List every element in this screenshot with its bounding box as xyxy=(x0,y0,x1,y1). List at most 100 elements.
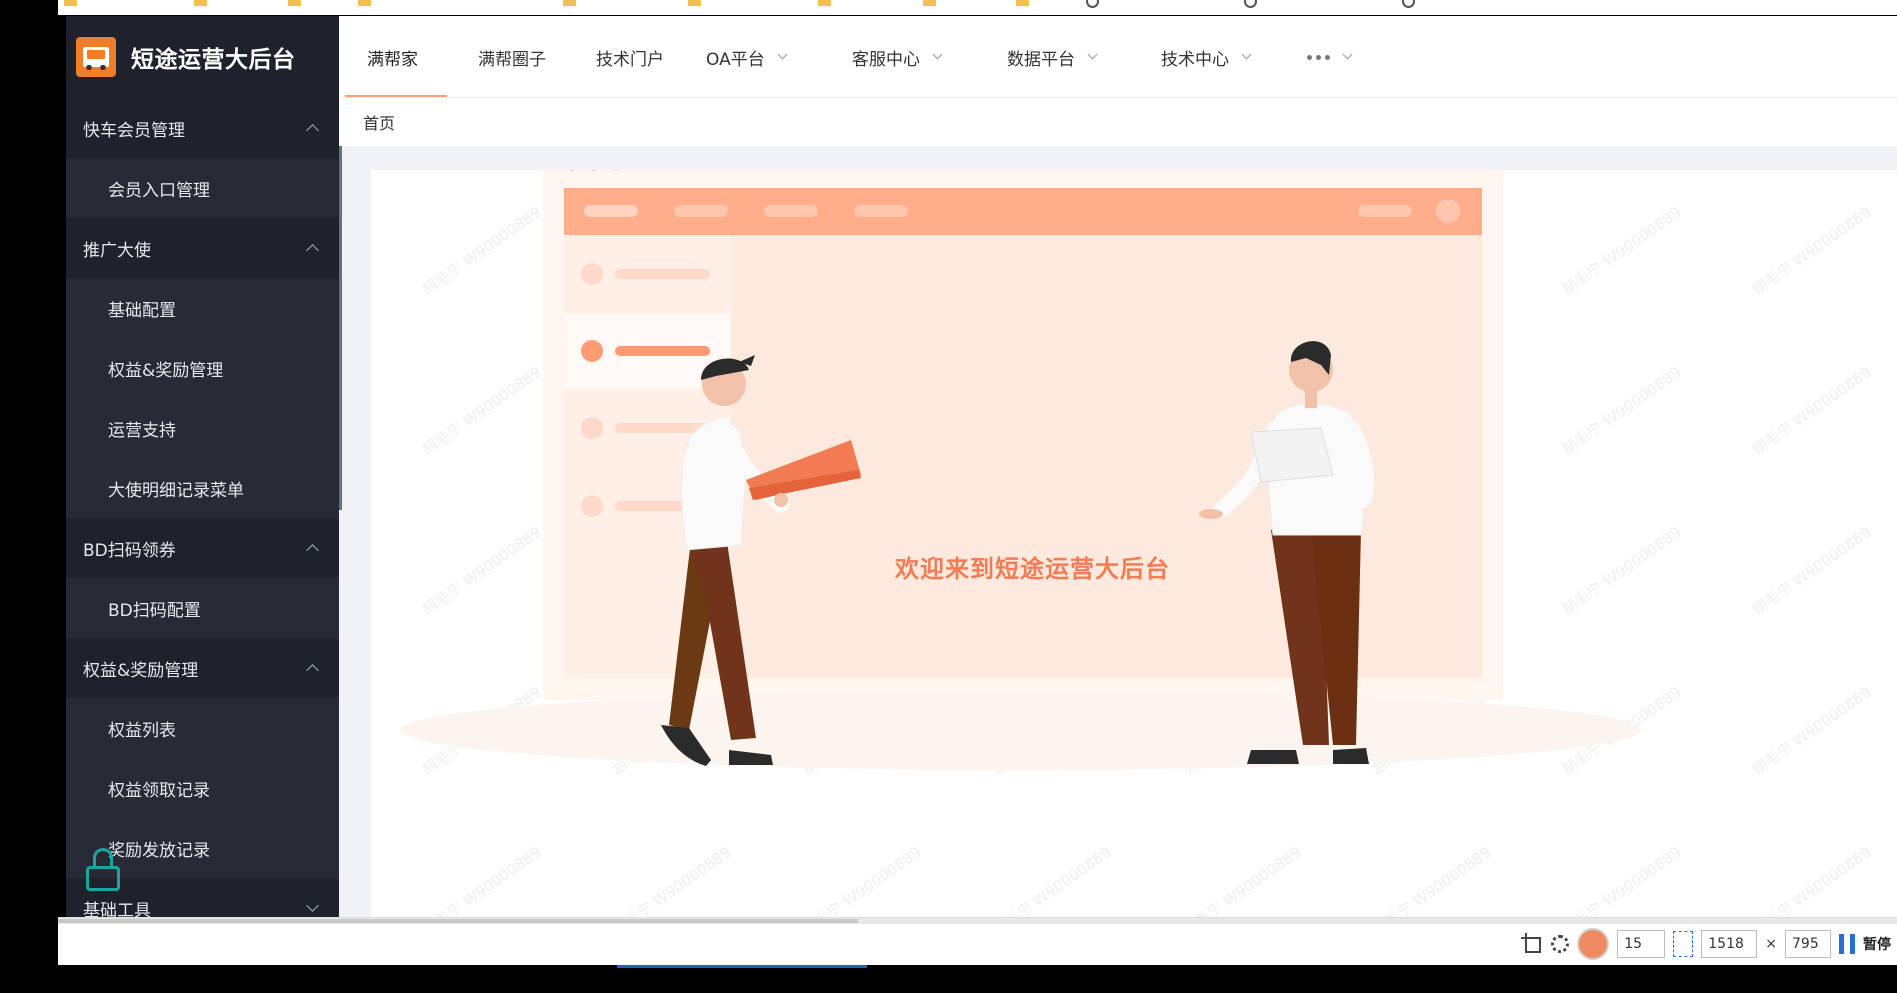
bookmark-folder[interactable] xyxy=(1016,0,1029,9)
nav-item-tech-portal[interactable]: 技术门户 xyxy=(596,16,664,98)
nav-label: 客服中心 xyxy=(852,49,920,70)
bookmark-site[interactable] xyxy=(1086,0,1099,9)
menu-group-label: 基础工具 xyxy=(83,900,151,918)
mock-nav-bar xyxy=(615,269,710,279)
capture-toolbar: 15 1518 × 795 暂停 xyxy=(58,917,1897,965)
bookmark-folder[interactable] xyxy=(818,0,831,9)
truck-logo-icon xyxy=(76,37,116,77)
nav-label: 满帮圈子 xyxy=(478,49,546,70)
bookmark-folder[interactable] xyxy=(923,0,936,9)
nav-item-oa[interactable]: OA平台 xyxy=(706,16,788,98)
welcome-message: 欢迎来到短途运营大后台 xyxy=(895,555,1170,583)
menu-group-label: 快车会员管理 xyxy=(83,120,185,141)
times-sign: × xyxy=(1765,936,1777,952)
menu-group-header[interactable]: 推广大使 xyxy=(66,218,339,278)
nav-more-button[interactable] xyxy=(1307,16,1353,98)
chevron-down-icon xyxy=(306,899,319,912)
mock-pill xyxy=(674,205,728,217)
menu-group-header[interactable]: BD扫码领券 xyxy=(66,518,339,578)
welcome-illustration xyxy=(401,170,1641,770)
bookmark-bar xyxy=(58,0,1897,15)
gear-icon[interactable] xyxy=(1551,935,1570,953)
bookmark-folder[interactable] xyxy=(288,0,301,9)
crop-icon[interactable] xyxy=(1521,933,1543,955)
horizontal-scrollbar[interactable] xyxy=(58,918,1897,924)
chevron-down-icon xyxy=(1087,49,1098,60)
app-title: 短途运营大后台 xyxy=(131,47,296,73)
nav-label: 技术中心 xyxy=(1161,49,1229,70)
menu-group-rewards: 权益&奖励管理 权益列表 权益领取记录 奖励发放记录 xyxy=(66,638,339,878)
mock-pill xyxy=(764,205,818,217)
sidebar-item[interactable]: 基础配置 xyxy=(66,278,339,338)
globe-icon xyxy=(1244,0,1257,8)
screen-bottom-edge xyxy=(0,965,1897,993)
chevron-down-icon xyxy=(1241,49,1252,60)
sidebar-item[interactable]: 权益领取记录 xyxy=(66,758,339,818)
bookmark-folder[interactable] xyxy=(64,0,77,9)
pause-icon[interactable] xyxy=(1839,934,1855,954)
interval-input[interactable]: 15 xyxy=(1617,930,1666,958)
welcome-card: 胡毛宁 W90000889 胡毛宁 W90000889 胡毛宁 W90000889 胡… xyxy=(371,170,1897,917)
nav-label: 满帮家 xyxy=(367,49,418,70)
breadcrumb: 首页 xyxy=(339,98,1897,146)
top-nav: 满帮家 满帮圈子 技术门户 OA平台 客服中心 数据平台 技术中心 xyxy=(339,16,1897,98)
folder-icon xyxy=(818,0,831,6)
admin-app: 短途运营大后台 快车会员管理 会员入口管理 推广大使 基础配置 权益&奖励管理 … xyxy=(66,16,1897,917)
sidebar-item[interactable]: 权益列表 xyxy=(66,698,339,758)
menu-group-label: 推广大使 xyxy=(83,240,151,261)
mock-pill xyxy=(1358,205,1412,217)
mock-pill xyxy=(854,205,908,217)
breadcrumb-home[interactable]: 首页 xyxy=(363,110,395,134)
bookmark-site[interactable] xyxy=(1402,0,1415,9)
sidebar-scrollbar[interactable] xyxy=(339,96,342,510)
nav-item-data[interactable]: 数据平台 xyxy=(1007,16,1098,98)
sidebar-item[interactable]: 运营支持 xyxy=(66,398,339,458)
record-timer-icon[interactable] xyxy=(1577,928,1610,960)
chevron-down-icon xyxy=(932,49,943,60)
nav-label: 数据平台 xyxy=(1007,49,1075,70)
chevron-down-icon xyxy=(777,49,788,60)
chevron-up-icon xyxy=(306,544,319,557)
nav-item-home[interactable]: 满帮家 xyxy=(367,16,418,98)
menu-group-bd-coupon: BD扫码领券 BD扫码配置 xyxy=(66,518,339,638)
capture-controls: 15 1518 × 795 暂停 xyxy=(1521,926,1897,962)
sidebar-item[interactable]: 会员入口管理 xyxy=(66,158,339,218)
folder-icon xyxy=(288,0,301,6)
logo-area[interactable]: 短途运营大后台 xyxy=(66,16,339,98)
width-input[interactable]: 1518 xyxy=(1701,930,1758,958)
mock-nav-dot xyxy=(581,495,603,517)
nav-item-service[interactable]: 客服中心 xyxy=(852,16,943,98)
bookmark-folder[interactable] xyxy=(563,0,576,9)
more-icon xyxy=(1307,54,1330,60)
nav-item-tech-center[interactable]: 技术中心 xyxy=(1161,16,1252,98)
sidebar-item[interactable]: BD扫码配置 xyxy=(66,578,339,638)
folder-icon xyxy=(194,0,207,6)
sidebar-item[interactable]: 大使明细记录菜单 xyxy=(66,458,339,518)
menu-group-member: 快车会员管理 会员入口管理 xyxy=(66,98,339,218)
chevron-up-icon xyxy=(306,664,319,677)
taskbar-highlight xyxy=(617,965,867,968)
scrollbar-thumb[interactable] xyxy=(58,919,858,923)
menu-group-label: 权益&奖励管理 xyxy=(83,660,199,681)
bookmark-folder[interactable] xyxy=(688,0,701,9)
globe-icon xyxy=(1086,0,1099,8)
sidebar-item[interactable]: 权益&奖励管理 xyxy=(66,338,339,398)
resize-icon[interactable] xyxy=(1673,931,1694,957)
lock-icon[interactable] xyxy=(86,848,120,892)
nav-item-circle[interactable]: 满帮圈子 xyxy=(478,16,546,98)
menu-group-label: BD扫码领券 xyxy=(83,540,176,561)
mock-nav-bar xyxy=(615,346,710,356)
folder-icon xyxy=(1016,0,1029,6)
pause-label[interactable]: 暂停 xyxy=(1863,934,1891,954)
menu-group-header[interactable]: 权益&奖励管理 xyxy=(66,638,339,698)
menu-group-ambassador: 推广大使 基础配置 权益&奖励管理 运营支持 大使明细记录菜单 xyxy=(66,218,339,518)
bookmark-site[interactable] xyxy=(1244,0,1257,9)
floor-shadow xyxy=(401,690,1641,770)
bookmark-folder[interactable] xyxy=(358,0,371,9)
nav-label: OA平台 xyxy=(706,49,765,70)
chevron-up-icon xyxy=(306,244,319,257)
height-input[interactable]: 795 xyxy=(1785,930,1831,958)
bookmark-folder[interactable] xyxy=(194,0,207,9)
menu-group-header[interactable]: 快车会员管理 xyxy=(66,98,339,158)
mock-avatar xyxy=(1436,199,1460,223)
